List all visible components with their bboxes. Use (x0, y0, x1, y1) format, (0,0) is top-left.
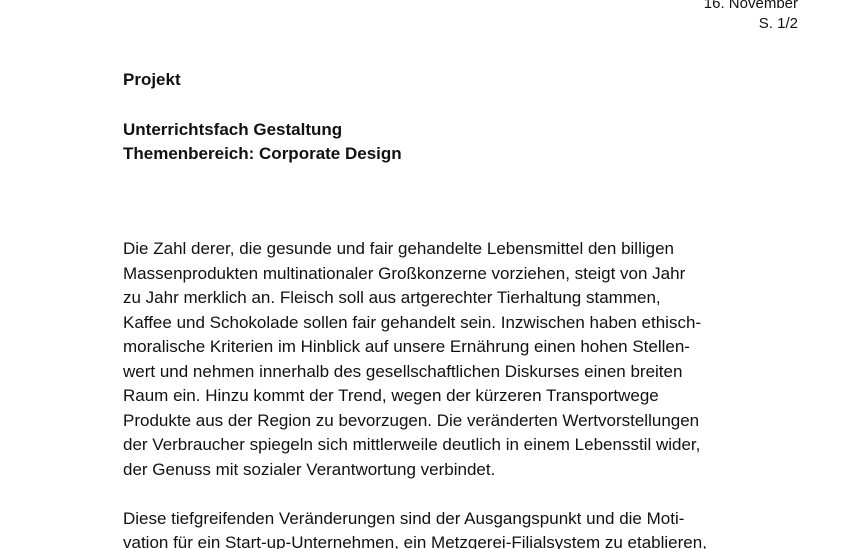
text-line: Raum ein. Hinzu kommt der Trend, wegen d… (123, 386, 659, 405)
text-line: Massenprodukten multinationaler Großkonz… (123, 263, 686, 283)
text-line: Diese tiefgreifenden Veränderungen sind … (123, 508, 685, 528)
text-line: moralische Kriterien im Hinblick auf uns… (123, 337, 690, 356)
text-line: zu Jahr merklich an. Fleisch soll aus ar… (123, 288, 661, 307)
paragraph-1: Die Zahl derer, die gesunde und fair geh… (123, 237, 763, 482)
text-line: der Verbraucher spiegeln sich mittlerwei… (123, 435, 701, 454)
topic-title: Themenbereich: Corporate Design (123, 144, 402, 163)
body-text: Die Zahl derer, die gesunde und fair geh… (123, 237, 763, 549)
subject-block: Unterrichtsfach Gestaltung Themenbereich… (123, 118, 402, 166)
document-page: 16. November S. 1/2 Projekt Unterrichtsf… (0, 0, 852, 549)
subject-title: Unterrichtsfach Gestaltung (123, 120, 343, 139)
header-date: 16. November (703, 0, 798, 12)
page-number: S. 1/2 (758, 15, 798, 32)
project-label: Projekt (123, 70, 181, 89)
text-line: Die Zahl derer, die gesunde und fair geh… (123, 239, 674, 258)
page-header-meta: 16. November S. 1/2 (704, 0, 798, 34)
text-line: Produkte aus der Region zu bevorzugen. D… (123, 410, 700, 430)
text-line: der Genuss mit sozialer Verantwortung ve… (123, 459, 496, 479)
text-line: vation für ein Start-up-Unternehmen, ein… (123, 533, 707, 549)
text-line: Kaffee und Schokolade sollen fair gehand… (123, 312, 702, 332)
text-line: wert und nehmen innerhalb des gesellscha… (123, 361, 683, 381)
paragraph-2: Diese tiefgreifenden Veränderungen sind … (123, 507, 763, 549)
